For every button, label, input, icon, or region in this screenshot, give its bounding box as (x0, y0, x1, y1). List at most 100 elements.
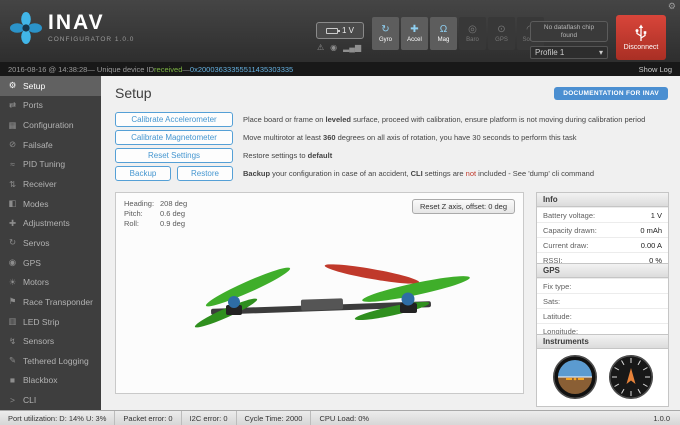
mag-icon: Ω (439, 24, 448, 35)
instruments-panel-title: Instruments (537, 335, 668, 349)
log-timestamp: 2016-08-16 @ 14:38:28 (8, 64, 88, 74)
ports-icon: ⇄ (8, 99, 17, 110)
pid-tuning-icon: ≈ (10, 159, 15, 170)
sensor-gps: ⊙ GPS (488, 17, 515, 50)
receiver-icon: ⇅ (8, 178, 17, 189)
sensor-mag: Ω Mag (430, 17, 457, 50)
sidebar-item-receiver[interactable]: ⇅ Receiver (0, 174, 101, 194)
accel-calibration-note: Place board or frame on leveled surface,… (243, 114, 646, 124)
settings-gear-icon[interactable]: ⚙ (668, 1, 676, 12)
gps-icon: ◉ (8, 257, 17, 268)
profile-select[interactable]: Profile 1 ▾ (530, 46, 608, 59)
capacity-drawn-row: Capacity drawn: 0 mAh (537, 222, 668, 237)
documentation-button[interactable]: DOCUMENTATION FOR INAV (554, 87, 668, 100)
info-panel-title: Info (537, 193, 668, 207)
sidebar-item-blackbox[interactable]: ■ Blackbox (0, 371, 101, 391)
instruments-panel: Instruments (536, 334, 669, 407)
configuration-icon: ▦ (8, 119, 17, 130)
log-message: — Unique device ID (87, 64, 155, 74)
pitch-value: 0.6 deg (160, 209, 186, 218)
sidebar-item-led-strip[interactable]: ▥ LED Strip (0, 312, 101, 332)
sidebar-item-ports[interactable]: ⇄ Ports (0, 96, 101, 116)
current-draw-row: Current draw: 0.00 A (537, 237, 668, 252)
model-viewer: Heading: 208 deg Pitch: 0.6 deg Roll: 0.9 d… (115, 192, 524, 394)
sidebar-item-tethered-logging[interactable]: ✎ Tethered Logging (0, 351, 101, 371)
disconnect-button[interactable]: Disconnect (616, 15, 666, 60)
heading-value: 208 deg (160, 199, 188, 208)
sidebar-item-failsafe[interactable]: ⊘ Failsafe (0, 135, 101, 155)
blackbox-icon: ■ (9, 375, 16, 386)
adjustments-icon: ✚ (8, 217, 17, 228)
warning-icon: ⚠ (317, 43, 325, 52)
sidebar-item-gps[interactable]: ◉ GPS (0, 253, 101, 273)
sats-row: Sats: (537, 293, 668, 308)
baro-icon: ◎ (468, 24, 477, 35)
link-icon: ◉ (330, 43, 338, 52)
status-bar: Port utilization: D: 14% U: 3% Packet er… (0, 410, 680, 425)
failsafe-icon: ⊘ (8, 139, 17, 150)
sensor-status-bar: ↻ Gyro ✚ Accel Ω Mag ◎ Baro ⊙ GPS ◠ Sona… (372, 17, 544, 50)
i2c-error: I2C error: 0 (182, 411, 237, 425)
packet-error: Packet error: 0 (115, 411, 182, 425)
aircraft-3d-model[interactable] (116, 219, 523, 387)
battery-indicator: 1 V (316, 22, 364, 39)
sidebar-item-sensors[interactable]: ↯ Sensors (0, 331, 101, 351)
cli-icon: > (10, 395, 15, 406)
inav-configurator-window: INAV CONFIGURATOR 1.0.0 1 V ⚠ ◉ ▂▄▆ ↻ Gy… (0, 0, 680, 425)
latitude-row: Latitude: (537, 308, 668, 323)
reset-settings-note: Restore settings to default (243, 150, 333, 160)
app-header: INAV CONFIGURATOR 1.0.0 1 V ⚠ ◉ ▂▄▆ ↻ Gy… (0, 0, 680, 62)
header-mini-icons: ⚠ ◉ ▂▄▆ (317, 43, 361, 52)
inav-logo-icon (10, 12, 42, 44)
gps-panel-title: GPS (537, 264, 668, 278)
signal-bars-icon: ▂▄▆ (343, 43, 362, 52)
modes-icon: ◧ (8, 198, 17, 209)
restore-button[interactable]: Restore (177, 165, 233, 181)
reset-z-axis-button[interactable]: Reset Z axis, offset: 0 deg (412, 199, 515, 214)
accel-calibration-row: Calibrate Accelerometer Place board or f… (115, 111, 646, 127)
gps-sat-icon: ⊙ (497, 24, 506, 35)
race-transponder-icon: ⚑ (8, 296, 17, 307)
log-received: received (154, 64, 183, 74)
show-log-button[interactable]: Show Log (639, 65, 672, 74)
fix-type-row: Fix type: (537, 278, 668, 293)
sensor-baro: ◎ Baro (459, 17, 486, 50)
accel-icon: ✚ (410, 24, 419, 35)
app-version-subtitle: CONFIGURATOR 1.0.0 (48, 36, 135, 43)
backup-restore-row: Backup Restore Backup your configuration… (115, 165, 595, 181)
app-logo: INAV CONFIGURATOR 1.0.0 (10, 12, 134, 44)
mag-calibration-note: Move multirotor at least 360 degrees on … (243, 132, 577, 142)
backup-note: Backup your configuration in case of an … (243, 168, 595, 178)
backup-button[interactable]: Backup (115, 165, 171, 181)
reset-settings-row: Reset Settings Restore settings to defau… (115, 147, 333, 163)
chevron-down-icon: ▾ (598, 48, 603, 57)
calibrate-accelerometer-button[interactable]: Calibrate Accelerometer (115, 111, 233, 127)
sidebar: ⚙ Setup ⇄ Ports ▦ Configuration ⊘ Failsa… (0, 76, 101, 410)
page-title: Setup (115, 85, 152, 101)
heading-indicator-gauge (608, 355, 653, 399)
battery-voltage: 1 V (341, 26, 354, 35)
mag-calibration-row: Calibrate Magnetometer Move multirotor a… (115, 129, 577, 145)
sidebar-item-configuration[interactable]: ▦ Configuration (0, 115, 101, 135)
sidebar-item-cli[interactable]: > CLI (0, 390, 101, 410)
sidebar-item-pid-tuning[interactable]: ≈ PID Tuning (0, 155, 101, 175)
usb-icon (635, 24, 647, 41)
main-content: Setup DOCUMENTATION FOR INAV Calibrate A… (101, 76, 680, 410)
gps-panel: GPS Fix type: Sats: Latitude: Longitude: (536, 263, 669, 339)
log-bar: 2016-08-16 @ 14:38:28 — Unique device ID… (0, 62, 680, 76)
sensors-icon: ↯ (8, 335, 17, 346)
sidebar-item-servos[interactable]: ↻ Servos (0, 233, 101, 253)
reset-settings-button[interactable]: Reset Settings (115, 147, 233, 163)
battery-icon (325, 27, 340, 34)
sidebar-item-setup[interactable]: ⚙ Setup (0, 76, 101, 96)
sidebar-item-race-transponder[interactable]: ⚑ Race Transponder (0, 292, 101, 312)
cycle-time: Cycle Time: 2000 (237, 411, 312, 425)
tethered-logging-icon: ✎ (8, 355, 17, 366)
calibrate-magnetometer-button[interactable]: Calibrate Magnetometer (115, 129, 233, 145)
led-strip-icon: ▥ (8, 316, 17, 326)
motors-icon: ☀ (8, 276, 17, 287)
sidebar-item-motors[interactable]: ☀ Motors (0, 272, 101, 292)
sidebar-item-adjustments[interactable]: ✚ Adjustments (0, 213, 101, 233)
firmware-version: 1.0.0 (653, 413, 670, 423)
sidebar-item-modes[interactable]: ◧ Modes (0, 194, 101, 214)
